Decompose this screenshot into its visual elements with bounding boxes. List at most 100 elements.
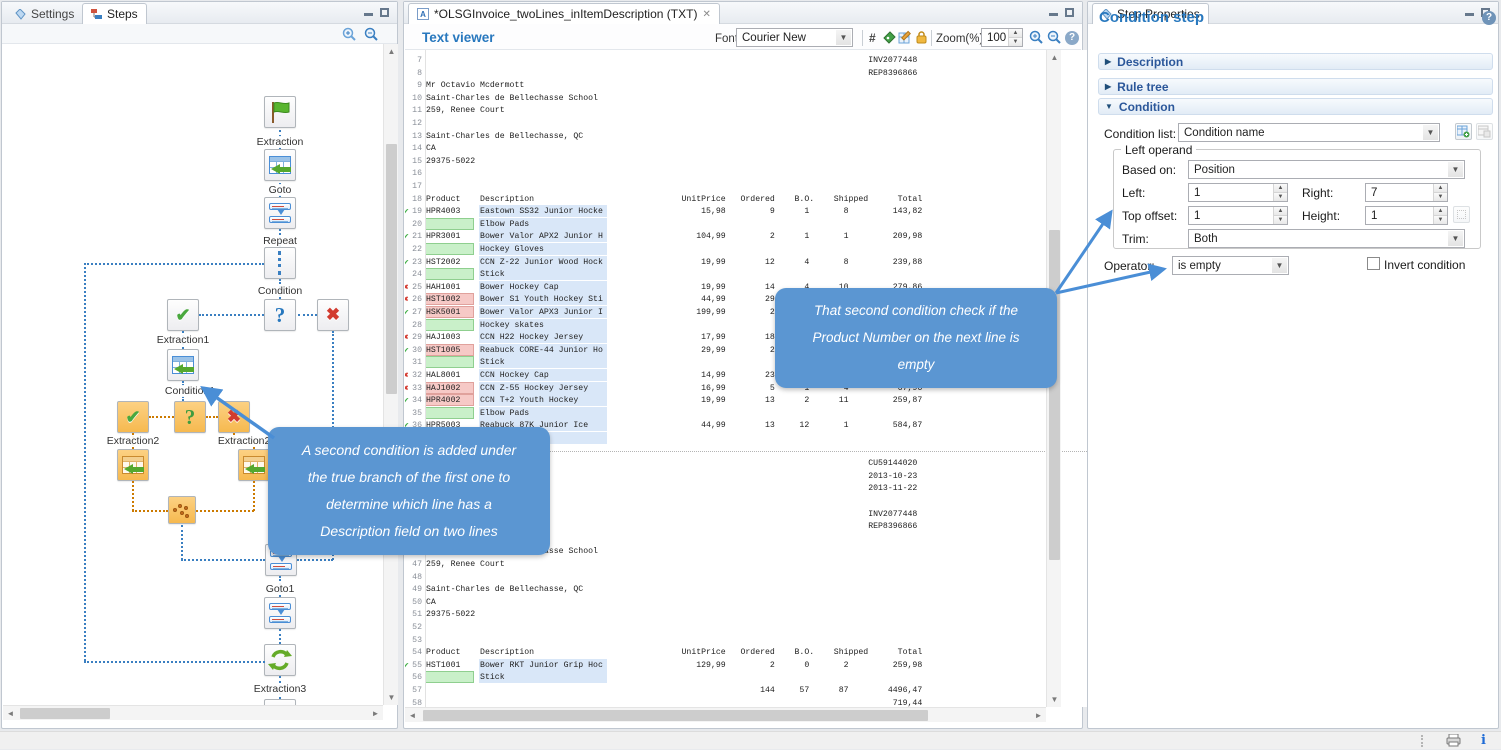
- step-label[interactable]: Goto1: [264, 583, 297, 595]
- height-input[interactable]: 1▲▼: [1365, 206, 1448, 225]
- condition1-true-icon[interactable]: ✔: [117, 401, 149, 433]
- repeat-step-icon[interactable]: [264, 247, 296, 279]
- edit-table-icon[interactable]: [898, 30, 913, 48]
- step-label[interactable]: Repeat: [261, 235, 299, 247]
- scroll-down-icon[interactable]: ▼: [1047, 692, 1062, 707]
- scroll-right-icon[interactable]: ►: [368, 706, 383, 721]
- line-number: 18: [405, 194, 422, 206]
- step-label[interactable]: Goto: [267, 184, 294, 196]
- scroll-right-icon[interactable]: ►: [1031, 708, 1046, 723]
- step-label[interactable]: Condition1: [163, 385, 217, 397]
- step-label[interactable]: Extraction3: [252, 683, 309, 695]
- extraction22-step-icon[interactable]: [238, 449, 270, 481]
- scroll-thumb[interactable]: [1049, 230, 1060, 560]
- step-label[interactable]: Extraction2: [105, 435, 162, 447]
- line-text: 144 57 87 4496,47: [426, 685, 922, 697]
- line-text: 259, Renee Court: [426, 559, 505, 571]
- help-icon[interactable]: ?: [1065, 31, 1079, 45]
- flow-horizontal-scrollbar[interactable]: ◄ ►: [3, 705, 383, 720]
- step-label[interactable]: Extraction: [255, 136, 306, 148]
- text-file-icon: A: [417, 8, 429, 20]
- trim-select[interactable]: Both▼: [1188, 229, 1465, 248]
- lock-icon[interactable]: [914, 30, 929, 48]
- scroll-thumb[interactable]: [20, 708, 110, 719]
- flow-zoom-in-icon[interactable]: [342, 27, 357, 45]
- flow-vertical-scrollbar[interactable]: ▲ ▼: [383, 44, 398, 705]
- zoom-percent-input[interactable]: 100▲▼: [981, 28, 1023, 47]
- collapsed-arrow-icon: ▶: [1105, 82, 1111, 91]
- merge-node-icon[interactable]: [168, 496, 196, 524]
- connector: [181, 559, 265, 561]
- scroll-left-icon[interactable]: ◄: [3, 706, 18, 721]
- section-condition[interactable]: ▼ Condition: [1098, 98, 1493, 115]
- scroll-thumb[interactable]: [386, 144, 397, 394]
- line-text: 29375-5022: [426, 609, 475, 621]
- condition1-step-icon[interactable]: ?: [174, 401, 206, 433]
- extraction2-step-icon[interactable]: [117, 449, 149, 481]
- scroll-thumb[interactable]: [423, 710, 928, 721]
- condition-false-icon[interactable]: ✖: [317, 299, 349, 331]
- condition1-false-icon[interactable]: ✖: [218, 401, 250, 433]
- line-text: HPR3001 Bower Valor APX2 Junior H 104,99…: [426, 231, 922, 243]
- step-label[interactable]: Condition: [256, 285, 304, 297]
- text-line: 56 Stick: [405, 672, 1046, 685]
- step-label[interactable]: Extraction1: [155, 334, 212, 346]
- invert-condition-checkbox[interactable]: [1367, 257, 1380, 270]
- font-select[interactable]: Courier New▼: [736, 28, 853, 47]
- info-icon[interactable]: i: [1481, 733, 1486, 748]
- scroll-up-icon[interactable]: ▲: [1047, 50, 1062, 65]
- goto-step-icon[interactable]: [264, 197, 296, 229]
- line-numbers-toggle-icon[interactable]: #: [869, 31, 876, 45]
- zoom-in-icon[interactable]: [1029, 30, 1044, 48]
- left-input[interactable]: 1▲▼: [1188, 183, 1288, 202]
- text-line: 57 144 57 87 4496,47: [405, 685, 1046, 698]
- based-on-select[interactable]: Position▼: [1188, 160, 1465, 179]
- scroll-left-icon[interactable]: ◄: [405, 708, 420, 723]
- extraction-step-icon[interactable]: [264, 149, 296, 181]
- start-flag-icon[interactable]: [264, 96, 296, 128]
- operator-select[interactable]: is empty▼: [1172, 256, 1289, 275]
- tab-settings[interactable]: Settings: [6, 3, 83, 24]
- scroll-up-icon[interactable]: ▲: [384, 44, 399, 59]
- extraction1-step-icon[interactable]: [167, 349, 199, 381]
- top-offset-input[interactable]: 1▲▼: [1188, 206, 1288, 225]
- text-horizontal-scrollbar[interactable]: ◄ ►: [405, 707, 1046, 722]
- callout-second-condition: A second condition is added under the tr…: [268, 427, 550, 555]
- zoom-out-icon[interactable]: [1047, 30, 1062, 48]
- right-input[interactable]: 7▲▼: [1365, 183, 1448, 202]
- section-description[interactable]: ▶ Description: [1098, 53, 1493, 70]
- help-icon[interactable]: ?: [1482, 11, 1496, 25]
- minimize-icon[interactable]: [1465, 8, 1474, 17]
- delete-condition-button[interactable]: [1476, 123, 1493, 140]
- workflow-canvas[interactable]: Extraction Goto Repeat Condition ✔ ? ✖ E…: [3, 44, 383, 705]
- minimize-icon[interactable]: [1049, 8, 1058, 17]
- scroll-down-icon[interactable]: ▼: [384, 690, 399, 705]
- close-icon[interactable]: ✕: [702, 9, 710, 20]
- connector-orange: [132, 510, 168, 512]
- callout-condition-check: That second condition check if the Produ…: [775, 288, 1057, 388]
- condition-step-icon[interactable]: ?: [264, 299, 296, 331]
- maximize-icon[interactable]: [1065, 8, 1074, 17]
- minimize-icon[interactable]: [364, 8, 373, 17]
- add-condition-button[interactable]: [1455, 123, 1472, 140]
- section-rule-tree[interactable]: ▶ Rule tree: [1098, 78, 1493, 95]
- line-number: 13: [405, 131, 422, 143]
- printer-icon[interactable]: [1446, 734, 1461, 750]
- flow-zoom-out-icon[interactable]: [364, 27, 379, 45]
- tab-steps[interactable]: Steps: [82, 3, 147, 24]
- tag-marker-icon[interactable]: [882, 30, 897, 48]
- text-line: 12: [405, 118, 1046, 131]
- goto1-step-icon[interactable]: [264, 597, 296, 629]
- line-number: 53: [405, 635, 422, 647]
- line-number: 9: [405, 80, 422, 92]
- loop-end-icon[interactable]: [264, 644, 296, 676]
- line-number: 52: [405, 622, 422, 634]
- maximize-icon[interactable]: [380, 8, 389, 17]
- based-on-label: Based on:: [1122, 163, 1176, 177]
- condition-true-icon[interactable]: ✔: [167, 299, 199, 331]
- text-line: 14CA: [405, 143, 1046, 156]
- pick-region-button[interactable]: [1453, 206, 1470, 223]
- tab-data-sample[interactable]: A *OLSGInvoice_twoLines_inItemDescriptio…: [408, 3, 720, 24]
- loop-connector: [84, 263, 86, 661]
- condition-list-select[interactable]: Condition name▼: [1178, 123, 1440, 142]
